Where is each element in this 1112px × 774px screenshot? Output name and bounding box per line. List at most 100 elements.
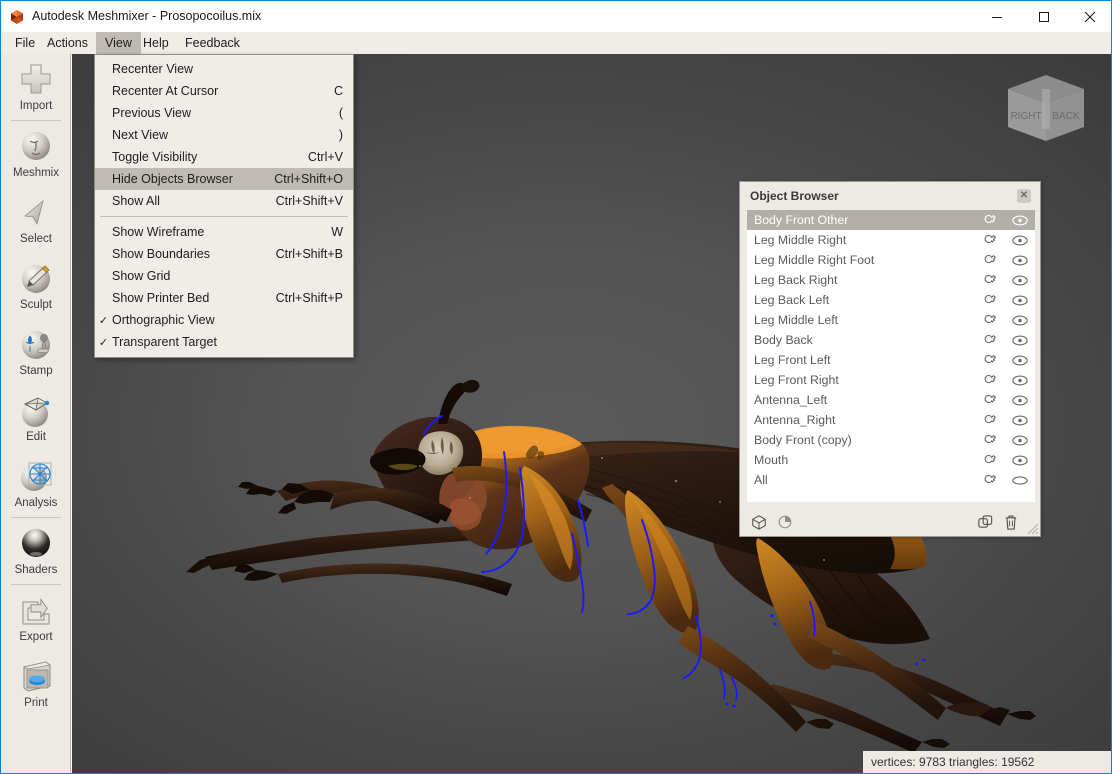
eye-visible-icon[interactable] <box>1005 335 1035 346</box>
eye-visible-icon[interactable] <box>1005 395 1035 406</box>
list-item[interactable]: Antenna_Left <box>747 390 1035 410</box>
list-item[interactable]: Leg Front Right <box>747 370 1035 390</box>
analysis-icon <box>16 456 56 496</box>
eye-hidden-icon[interactable] <box>1005 475 1035 486</box>
duplicate-icon[interactable] <box>972 514 998 531</box>
object-list[interactable]: Body Front Other Leg Middle Right Leg <box>747 210 1035 502</box>
resize-grip-icon[interactable] <box>1025 521 1039 535</box>
window-title: Autodesk Meshmixer - Prosopocoilus.mix <box>32 9 261 23</box>
menu-item-show-printer-bed[interactable]: Show Printer Bed Ctrl+Shift+P <box>95 287 353 309</box>
menu-item-label: Recenter At Cursor <box>112 84 334 98</box>
close-circle-icon[interactable]: ✕ <box>1017 189 1031 203</box>
pie-chart-icon[interactable] <box>772 514 798 530</box>
menu-help[interactable]: Help <box>134 32 178 54</box>
menu-item-hide-objects-browser[interactable]: Hide Objects Browser Ctrl+Shift+O <box>95 168 353 190</box>
menu-item-label: Show Printer Bed <box>112 291 276 305</box>
hand-pick-icon[interactable] <box>975 213 1005 227</box>
menu-item-orthographic-view[interactable]: ✓ Orthographic View <box>95 309 353 331</box>
tool-label: Meshmix <box>13 167 59 180</box>
menu-item-recenter-view[interactable]: Recenter View <box>95 58 353 80</box>
list-item[interactable]: Leg Back Left <box>747 290 1035 310</box>
hand-pick-icon[interactable] <box>975 413 1005 427</box>
list-item[interactable]: Leg Middle Left <box>747 310 1035 330</box>
list-item[interactable]: Antenna_Right <box>747 410 1035 430</box>
eye-visible-icon[interactable] <box>1005 435 1035 446</box>
tool-label: Print <box>24 697 48 710</box>
shaders-sphere-icon <box>16 523 56 563</box>
export-arrow-icon <box>16 590 56 630</box>
eye-visible-icon[interactable] <box>1005 235 1035 246</box>
tool-print[interactable]: Print <box>1 651 71 717</box>
hand-pick-icon[interactable] <box>975 313 1005 327</box>
menu-item-show-grid[interactable]: Show Grid <box>95 265 353 287</box>
list-item[interactable]: Mouth <box>747 450 1035 470</box>
hand-pick-icon[interactable] <box>975 393 1005 407</box>
menu-item-show-wireframe[interactable]: Show Wireframe W <box>95 221 353 243</box>
menu-item-accel: ) <box>339 128 353 142</box>
list-item[interactable]: Body Front (copy) <box>747 430 1035 450</box>
menu-item-previous-view[interactable]: Previous View ( <box>95 102 353 124</box>
close-icon[interactable] <box>1067 1 1112 32</box>
eye-visible-icon[interactable] <box>1005 315 1035 326</box>
object-name: All <box>747 473 975 487</box>
tool-analysis[interactable]: Analysis <box>1 451 71 517</box>
menu-item-transparent-target[interactable]: ✓ Transparent Target <box>95 331 353 353</box>
menu-check-transparent: ✓ <box>95 336 112 349</box>
hand-pick-icon[interactable] <box>975 273 1005 287</box>
hand-pick-icon[interactable] <box>975 333 1005 347</box>
eye-visible-icon[interactable] <box>1005 295 1035 306</box>
view-cube[interactable]: RIGHT BACK <box>1002 71 1090 151</box>
tool-shaders[interactable]: Shaders <box>1 518 71 584</box>
hand-pick-icon[interactable] <box>975 473 1005 487</box>
eye-visible-icon[interactable] <box>1005 275 1035 286</box>
menu-actions[interactable]: Actions <box>38 32 97 54</box>
maximize-icon[interactable] <box>1021 1 1066 32</box>
tool-import[interactable]: Import <box>1 54 71 120</box>
menu-item-next-view[interactable]: Next View ) <box>95 124 353 146</box>
list-item[interactable]: Leg Front Left <box>747 350 1035 370</box>
eye-visible-icon[interactable] <box>1005 375 1035 386</box>
hand-pick-icon[interactable] <box>975 253 1005 267</box>
meshmix-icon <box>16 126 56 166</box>
tool-edit[interactable]: Edit <box>1 385 71 451</box>
hand-pick-icon[interactable] <box>975 353 1005 367</box>
minimize-icon[interactable] <box>974 1 1019 32</box>
menu-item-toggle-visibility[interactable]: Toggle Visibility Ctrl+V <box>95 146 353 168</box>
menu-item-accel: Ctrl+Shift+B <box>276 247 353 261</box>
menu-bar: File Actions View Help Feedback <box>1 32 1112 55</box>
object-name: Body Back <box>747 333 975 347</box>
cube-outline-icon[interactable] <box>746 514 772 530</box>
tool-stamp[interactable]: Stamp <box>1 319 71 385</box>
list-item[interactable]: Body Front Other <box>747 210 1035 230</box>
eye-visible-icon[interactable] <box>1005 215 1035 226</box>
hand-pick-icon[interactable] <box>975 293 1005 307</box>
menu-item-show-boundaries[interactable]: Show Boundaries Ctrl+Shift+B <box>95 243 353 265</box>
object-name: Leg Front Right <box>747 373 975 387</box>
hand-pick-icon[interactable] <box>975 433 1005 447</box>
tool-select[interactable]: Select <box>1 187 71 253</box>
list-item[interactable]: Leg Middle Right <box>747 230 1035 250</box>
hand-pick-icon[interactable] <box>975 233 1005 247</box>
object-name: Leg Front Left <box>747 353 975 367</box>
menu-item-accel: ( <box>339 106 353 120</box>
hand-pick-icon[interactable] <box>975 453 1005 467</box>
object-name: Antenna_Right <box>747 413 975 427</box>
trash-icon[interactable] <box>998 514 1024 531</box>
tool-sculpt[interactable]: Sculpt <box>1 253 71 319</box>
tool-meshmix[interactable]: Meshmix <box>1 121 71 187</box>
list-item[interactable]: All <box>747 470 1035 490</box>
menu-item-show-all[interactable]: Show All Ctrl+Shift+V <box>95 190 353 212</box>
eye-visible-icon[interactable] <box>1005 415 1035 426</box>
list-item[interactable]: Leg Back Right <box>747 270 1035 290</box>
list-item[interactable]: Leg Middle Right Foot <box>747 250 1035 270</box>
menu-item-label: Transparent Target <box>112 335 343 349</box>
object-name: Mouth <box>747 453 975 467</box>
list-item[interactable]: Body Back <box>747 330 1035 350</box>
tool-export[interactable]: Export <box>1 585 71 651</box>
eye-visible-icon[interactable] <box>1005 255 1035 266</box>
menu-item-recenter-at-cursor[interactable]: Recenter At Cursor C <box>95 80 353 102</box>
eye-visible-icon[interactable] <box>1005 455 1035 466</box>
hand-pick-icon[interactable] <box>975 373 1005 387</box>
menu-feedback[interactable]: Feedback <box>176 32 249 54</box>
eye-visible-icon[interactable] <box>1005 355 1035 366</box>
